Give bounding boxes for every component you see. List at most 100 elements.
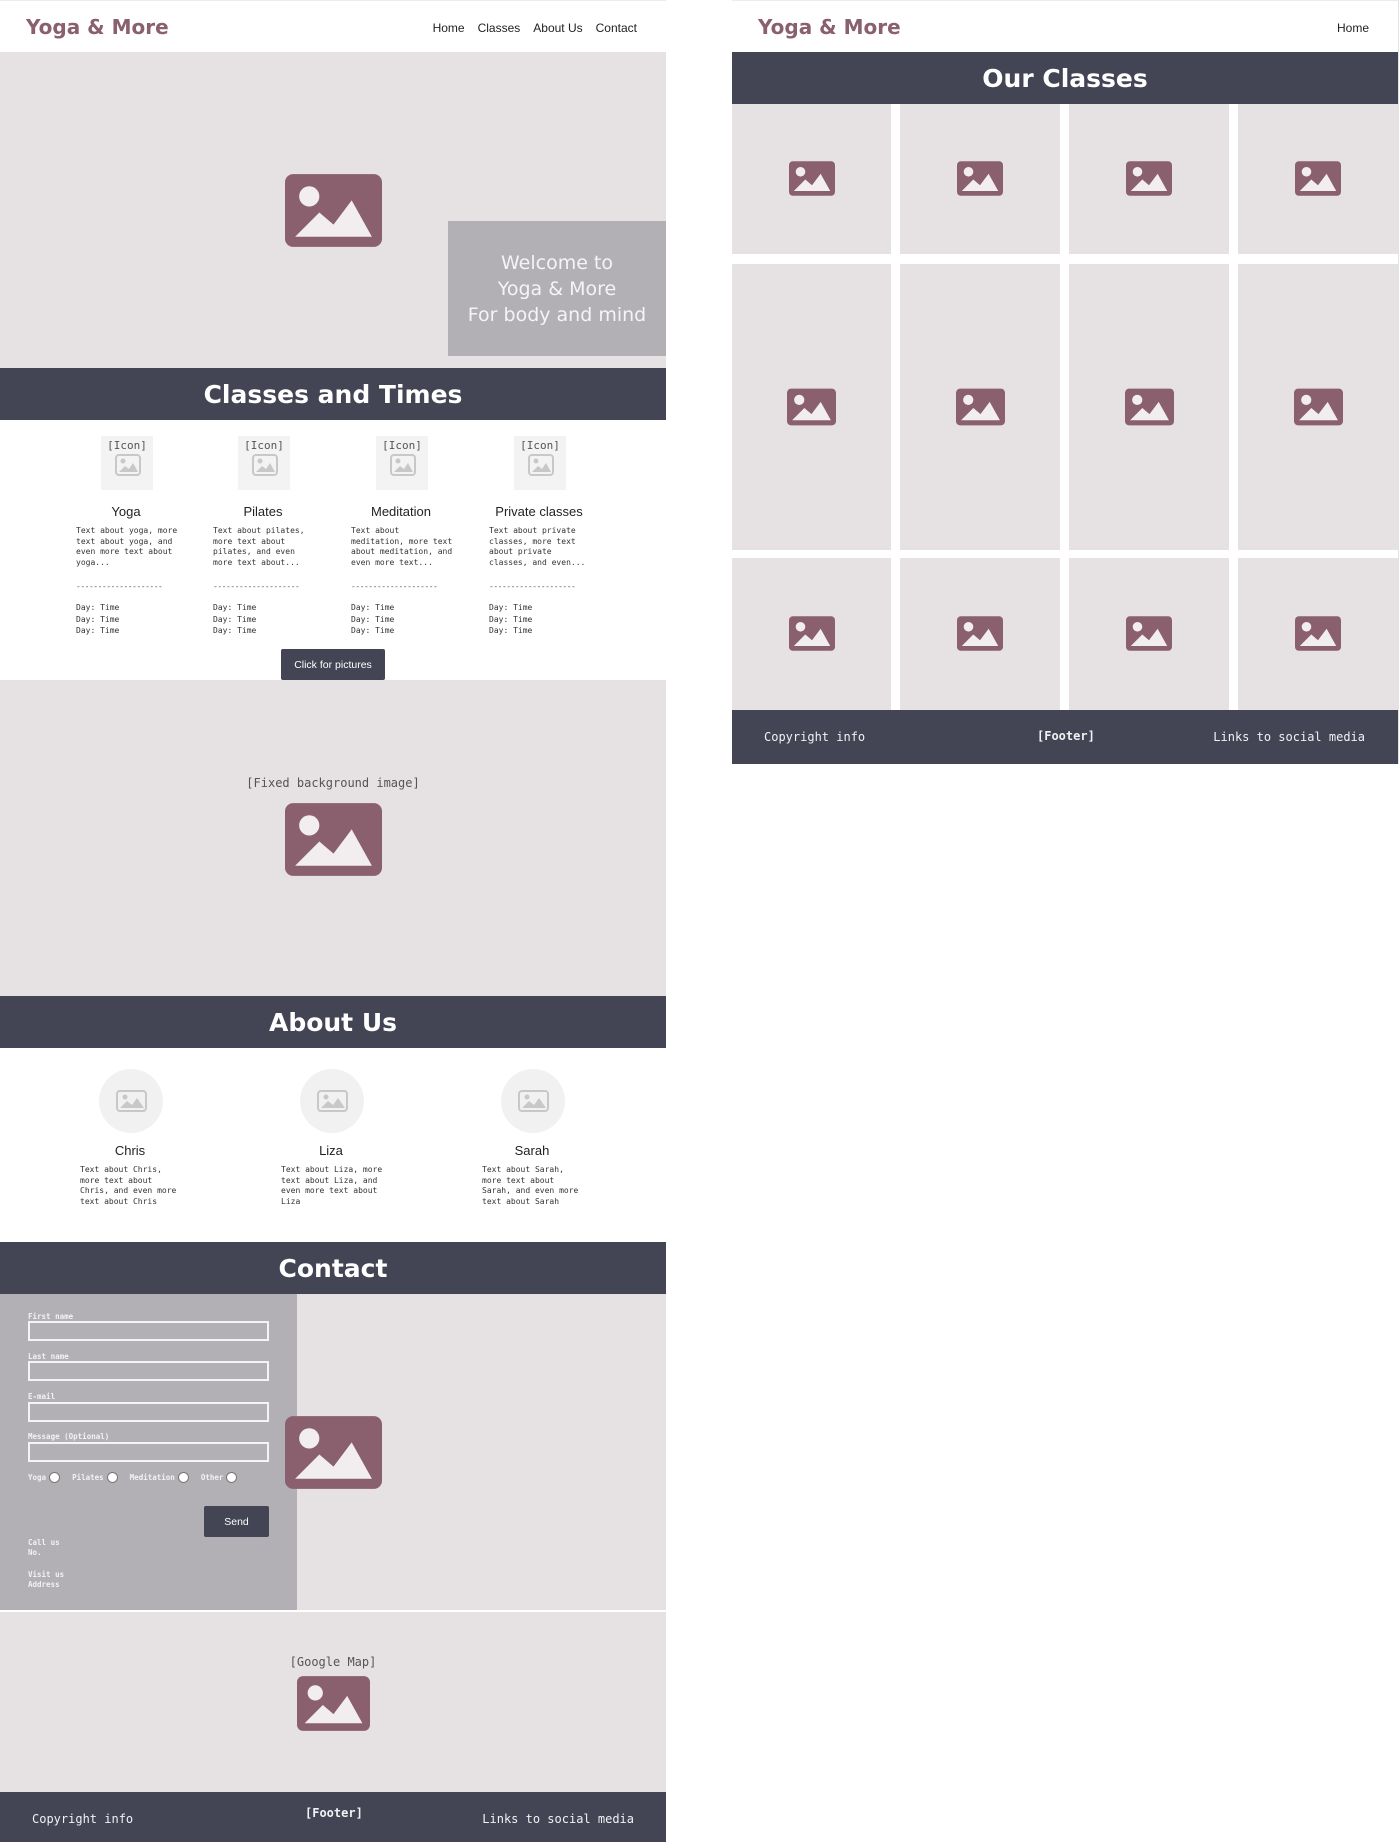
gallery-image[interactable] <box>1238 264 1398 550</box>
icon-tag: [Icon] <box>520 439 560 452</box>
radio-label: Meditation <box>129 1473 175 1482</box>
about-section-bar: About Us <box>0 996 666 1048</box>
gallery-image[interactable] <box>900 104 1060 254</box>
image-icon <box>285 174 382 247</box>
image-icon <box>317 1090 348 1112</box>
first-name-field[interactable] <box>28 1321 269 1341</box>
image-icon <box>115 454 141 476</box>
radio-button[interactable] <box>177 1472 189 1483</box>
our-classes-bar: Our Classes <box>732 52 1398 104</box>
footer-label: [Footer] <box>1037 729 1095 743</box>
image-icon <box>1294 388 1343 426</box>
image-icon <box>957 160 1003 197</box>
class-icon: [Icon] <box>101 436 153 490</box>
site-logo[interactable]: Yoga & More <box>758 15 901 39</box>
footer-social-links[interactable]: Links to social media <box>482 1812 634 1826</box>
image-icon <box>518 1090 549 1112</box>
site-header: Yoga & More Home Classes About Us Contac… <box>0 0 666 52</box>
class-title: Meditation <box>371 504 431 519</box>
class-description: Text about private classes, more text ab… <box>489 526 586 567</box>
person-description: Text about Sarah, more text about Sarah,… <box>482 1165 579 1206</box>
avatar <box>300 1069 364 1133</box>
gallery-image[interactable] <box>1069 264 1229 550</box>
welcome-line-1: Welcome to <box>500 251 614 274</box>
divider: -------------------- <box>76 582 163 591</box>
class-times: Day: Time Day: Time Day: Time <box>489 603 533 635</box>
classes-section: [Icon] Yoga Text about yoga, more text a… <box>0 420 666 680</box>
image-icon <box>787 388 836 426</box>
image-icon <box>1295 615 1341 652</box>
classes-section-title: Classes and Times <box>203 379 463 409</box>
visit-info: Visit us Address <box>28 1570 65 1589</box>
divider: -------------------- <box>351 582 438 591</box>
footer-copyright: Copyright info <box>764 730 866 744</box>
nav-classes-link[interactable]: Classes <box>478 21 521 35</box>
radio-other[interactable]: Other <box>201 1472 238 1483</box>
image-icon <box>297 1676 370 1731</box>
radio-button[interactable] <box>106 1472 118 1483</box>
gallery-image[interactable] <box>1238 558 1398 710</box>
radio-label: Other <box>200 1473 224 1482</box>
gallery-image[interactable] <box>732 558 891 710</box>
google-map-section: [Google Map] <box>0 1612 666 1792</box>
gallery-image[interactable] <box>1069 558 1229 710</box>
contact-section-title: Contact <box>278 1253 388 1283</box>
class-title: Private classes <box>495 504 583 519</box>
home-page: Yoga & More Home Classes About Us Contac… <box>0 0 666 1842</box>
send-button[interactable]: Send <box>204 1506 269 1537</box>
footer-social-links[interactable]: Links to social media <box>1213 730 1365 744</box>
nav-home-link[interactable]: Home <box>433 21 465 35</box>
person-name: Chris <box>114 1143 146 1158</box>
footer-label: [Footer] <box>305 1806 363 1820</box>
radio-pilates[interactable]: Pilates <box>72 1472 118 1483</box>
image-icon <box>390 454 416 476</box>
radio-button[interactable] <box>226 1472 238 1483</box>
gallery-image[interactable] <box>732 104 891 254</box>
fixed-background-section: [Fixed background image] <box>0 680 666 996</box>
nav-home-link[interactable]: Home <box>1337 21 1369 35</box>
nav-contact-link[interactable]: Contact <box>596 21 637 35</box>
nav-about-link[interactable]: About Us <box>533 21 582 35</box>
classes-section-bar: Classes and Times <box>0 368 666 420</box>
message-field[interactable] <box>28 1442 269 1462</box>
site-logo[interactable]: Yoga & More <box>26 15 169 39</box>
image-icon <box>528 454 554 476</box>
image-icon <box>957 615 1003 652</box>
footer-copyright: Copyright info <box>32 1812 134 1826</box>
classes-page: Yoga & More Home Our Classes Copyright i… <box>732 0 1399 764</box>
person-name: Liza <box>319 1143 343 1158</box>
divider: -------------------- <box>213 582 300 591</box>
contact-section-bar: Contact <box>0 1242 666 1294</box>
class-icon: [Icon] <box>238 436 290 490</box>
gallery-image[interactable] <box>1069 104 1229 254</box>
image-icon <box>1126 160 1172 197</box>
icon-tag: [Icon] <box>382 439 422 452</box>
gallery-image[interactable] <box>900 264 1060 550</box>
main-nav: Home Classes About Us Contact <box>433 21 637 35</box>
last-name-field[interactable] <box>28 1361 269 1381</box>
first-name-label: First name <box>28 1312 74 1321</box>
gallery-image[interactable] <box>732 264 891 550</box>
image-icon <box>956 388 1005 426</box>
person-name: Sarah <box>514 1143 550 1158</box>
radio-meditation[interactable]: Meditation <box>130 1472 189 1483</box>
gallery-image[interactable] <box>900 558 1060 710</box>
radio-yoga[interactable]: Yoga <box>28 1472 61 1483</box>
radio-button[interactable] <box>49 1472 61 1483</box>
click-for-pictures-button[interactable]: Click for pictures <box>281 649 385 680</box>
class-title: Pilates <box>243 504 283 519</box>
image-icon <box>1125 388 1174 426</box>
email-label: E-mail <box>28 1392 56 1401</box>
class-description: Text about meditation, more text about m… <box>351 526 453 567</box>
image-icon <box>116 1090 147 1112</box>
map-tag: [Google Map] <box>289 1655 377 1669</box>
email-field[interactable] <box>28 1402 269 1422</box>
image-icon <box>789 615 835 652</box>
hero-section: Welcome to Yoga & More For body and mind <box>0 52 666 368</box>
gallery-image[interactable] <box>1238 104 1398 254</box>
image-icon <box>285 1416 382 1489</box>
class-icon: [Icon] <box>514 436 566 490</box>
welcome-line-3: For body and mind <box>467 303 647 326</box>
site-header: Yoga & More Home <box>732 0 1398 52</box>
main-nav: Home <box>1337 21 1369 35</box>
